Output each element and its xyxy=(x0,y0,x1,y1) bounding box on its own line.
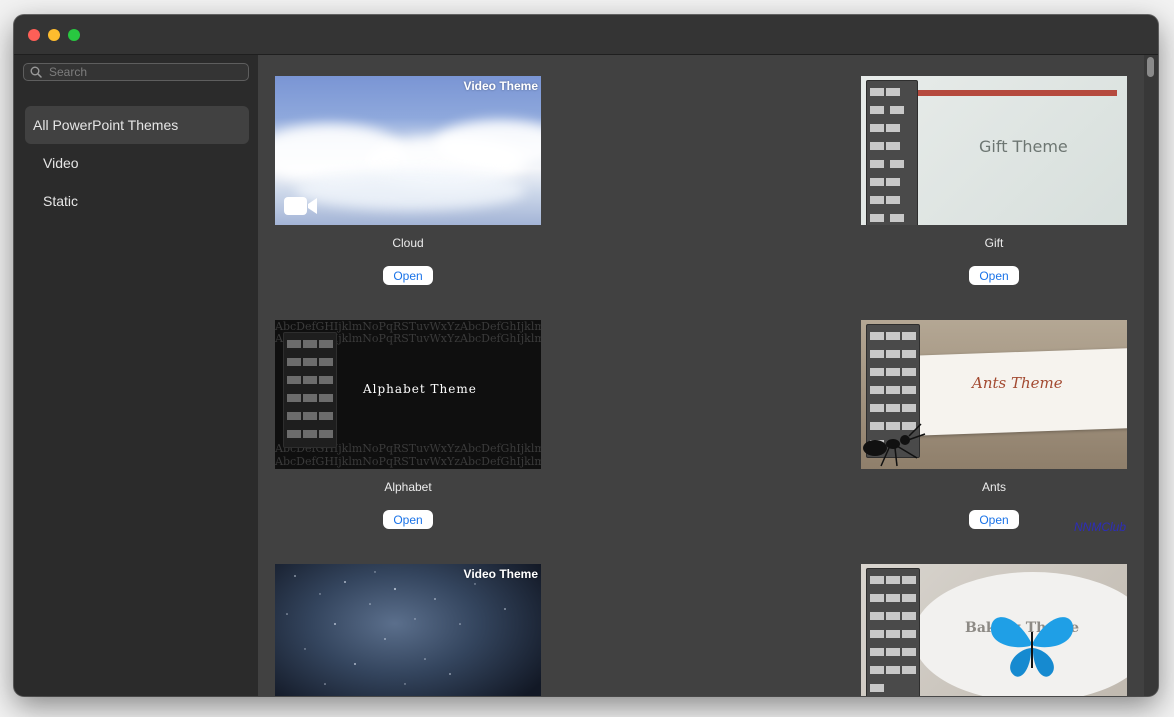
theme-card-ants: Ants Theme Ants Open xyxy=(861,320,1127,529)
theme-card-baking: Baking Theme xyxy=(861,564,1127,696)
open-ants-button[interactable]: Open xyxy=(969,510,1019,529)
thumbnail-title: Ants Theme xyxy=(972,374,1063,392)
slide-layout-grid xyxy=(866,80,918,225)
video-theme-badge: Video Theme xyxy=(463,79,538,93)
watermark-text: NNMClub xyxy=(1074,520,1127,534)
vertical-scrollbar[interactable] xyxy=(1144,55,1158,696)
theme-thumbnail-starry[interactable]: Video Theme xyxy=(275,564,541,696)
theme-card-starry: Video Theme xyxy=(275,564,541,696)
sidebar-item-static[interactable]: Static xyxy=(25,182,249,220)
thumbnail-title: Alphabet Theme xyxy=(363,382,477,396)
app-window: All PowerPoint Themes Video Static Video… xyxy=(14,15,1158,696)
theme-card-cloud: Video Theme Cloud Open xyxy=(275,76,541,285)
close-window-button[interactable] xyxy=(28,29,40,41)
theme-thumbnail-gift[interactable]: Gift Theme xyxy=(861,76,1127,225)
sidebar-item-all-themes[interactable]: All PowerPoint Themes xyxy=(25,106,249,144)
open-gift-button[interactable]: Open xyxy=(969,266,1019,285)
slide-layout-grid xyxy=(283,332,337,448)
sidebar-item-video[interactable]: Video xyxy=(25,144,249,182)
scrollbar-thumb[interactable] xyxy=(1147,57,1154,77)
video-camera-icon xyxy=(284,197,317,215)
theme-card-alphabet: AbcDefGHIjklmNoPqRSTuvWxYzAbcDefGhIjklmN… xyxy=(275,320,541,529)
butterfly-icon xyxy=(990,617,1074,677)
sidebar: All PowerPoint Themes Video Static xyxy=(14,55,258,696)
theme-thumbnail-baking[interactable]: Baking Theme xyxy=(861,564,1127,696)
slide-layout-grid xyxy=(866,568,920,696)
theme-name: Gift xyxy=(984,236,1004,250)
zoom-window-button[interactable] xyxy=(68,29,80,41)
theme-gallery: Video Theme Cloud Open Gift Theme Gift O… xyxy=(258,55,1158,696)
theme-name: Ants xyxy=(981,480,1006,494)
video-theme-badge: Video Theme xyxy=(463,567,538,581)
theme-name: Alphabet xyxy=(384,480,432,494)
search-icon xyxy=(30,66,42,78)
title-bar xyxy=(14,15,1158,55)
search-input[interactable] xyxy=(49,64,239,80)
open-alphabet-button[interactable]: Open xyxy=(383,510,433,529)
theme-thumbnail-cloud[interactable]: Video Theme xyxy=(275,76,541,225)
minimize-window-button[interactable] xyxy=(48,29,60,41)
theme-card-gift: Gift Theme Gift Open xyxy=(861,76,1127,285)
theme-name: Cloud xyxy=(392,236,424,250)
letter-strip-bottom: AbcDefGHIjklmNoPqRSTuvWxYzAbcDefGhIjklmN… xyxy=(275,455,541,468)
theme-thumbnail-ants[interactable]: Ants Theme xyxy=(861,320,1127,469)
theme-thumbnail-alphabet[interactable]: AbcDefGHIjklmNoPqRSTuvWxYzAbcDefGhIjklmN… xyxy=(275,320,541,469)
open-cloud-button[interactable]: Open xyxy=(383,266,433,285)
search-box[interactable] xyxy=(23,63,249,81)
ant-icon xyxy=(863,423,926,467)
thumbnail-title: Gift Theme xyxy=(979,137,1068,156)
sparkle-texture xyxy=(286,571,506,685)
